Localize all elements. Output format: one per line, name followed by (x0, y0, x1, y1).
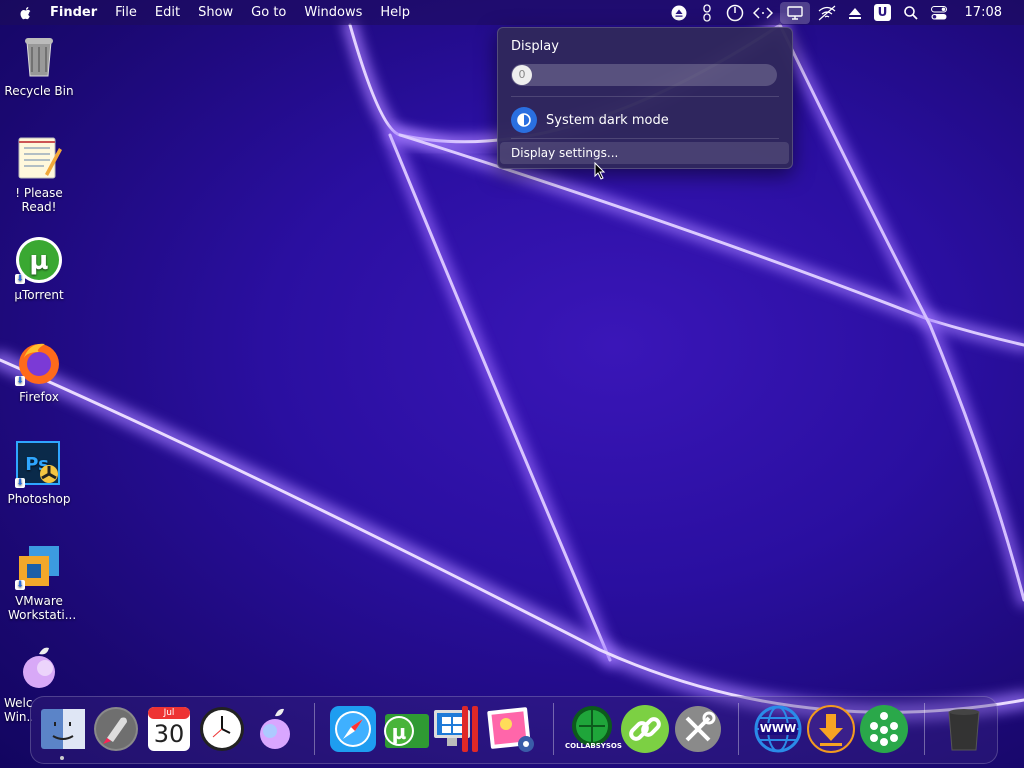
running-indicator (60, 756, 64, 760)
notepad-icon (15, 134, 63, 182)
dark-mode-toggle[interactable]: System dark mode (511, 106, 669, 134)
photoshop-icon: Ps ⬇ (15, 440, 63, 488)
eject-triangle-icon[interactable] (844, 4, 866, 22)
dock-utilities[interactable] (673, 704, 723, 754)
menu-go-to[interactable]: Go to (251, 5, 286, 20)
shortcut-arrow-icon: ⬇ (15, 580, 25, 590)
menu-windows[interactable]: Windows (304, 5, 362, 20)
desktop-icon-firefox[interactable]: ⬇ Firefox (0, 338, 78, 404)
display-popup: Display 0 System dark mode Display setti… (497, 27, 793, 169)
wifi-off-icon[interactable] (816, 4, 838, 22)
shortcut-arrow-icon: ⬇ (15, 478, 25, 488)
photo-preview-icon (487, 707, 534, 752)
www-label: WWW (759, 722, 797, 735)
dock-clock[interactable] (197, 704, 247, 754)
desktop-icon-label: Recycle Bin (4, 84, 74, 98)
search-icon[interactable] (900, 4, 922, 22)
menu-file[interactable]: File (115, 5, 137, 20)
dock-calendar[interactable]: Jul 30 (144, 704, 194, 754)
menu-show[interactable]: Show (198, 5, 233, 20)
desktop-icon-label: Firefox (19, 390, 59, 404)
tools-icon (675, 706, 721, 752)
calendar-month: Jul (163, 708, 175, 718)
trash-can-icon (948, 709, 980, 751)
desktop-icon-label: VMware Workstati... (8, 594, 77, 622)
desktop-icon-recycle-bin[interactable]: Recycle Bin (0, 32, 78, 98)
apple-welcome-icon (260, 708, 290, 749)
dark-mode-label: System dark mode (546, 112, 669, 128)
dock-people-app[interactable] (859, 704, 909, 754)
svg-text:µ: µ (392, 720, 407, 744)
clock-icon (200, 707, 244, 751)
desktop-icon-label: ! Please Read! (15, 186, 63, 214)
control-center-icon[interactable] (928, 4, 950, 22)
utorrent-folder-icon: µ (384, 714, 429, 748)
code-brackets-icon[interactable] (752, 4, 774, 22)
menu-help[interactable]: Help (380, 5, 410, 20)
desktop-icon-label: Welc... Win... (4, 696, 32, 724)
dock-separator (314, 703, 315, 755)
u-app-icon[interactable]: U (872, 4, 894, 22)
trash-can-icon (15, 32, 63, 80)
menu-edit[interactable]: Edit (155, 5, 180, 20)
utorrent-icon: µ ⬇ (15, 236, 63, 284)
menu-finder[interactable]: Finder (50, 5, 97, 20)
dock-separator (924, 703, 925, 755)
dock-safari[interactable] (328, 704, 378, 754)
dock-finder[interactable] (38, 704, 88, 754)
popup-title: Display (511, 39, 559, 54)
finder-icon (41, 709, 85, 749)
desktop-icon-utorrent[interactable]: µ ⬇ µTorrent (0, 236, 78, 302)
apple-logo-icon[interactable] (18, 5, 34, 21)
menu-bar: Finder File Edit Show Go to Windows Help… (0, 0, 1024, 25)
apple-welcome-icon (15, 644, 63, 692)
u-app-letter: U (874, 4, 892, 21)
chain-icon[interactable] (696, 3, 718, 22)
rocket-icon (94, 707, 138, 751)
chain-link-icon (621, 705, 669, 753)
download-arrow-icon (807, 705, 855, 753)
display-icon[interactable] (779, 1, 810, 24)
status-tray: U 17:08 (665, 0, 1024, 25)
dock-www[interactable]: WWW (753, 704, 803, 754)
slider-knob[interactable]: 0 (512, 65, 532, 85)
brightness-slider[interactable]: 0 (511, 64, 777, 86)
safari-compass-icon (330, 706, 376, 752)
mouse-cursor-icon (594, 162, 606, 180)
dock-separator (553, 703, 554, 755)
collabsysos-label: COLLABSYSOS (565, 742, 622, 750)
desktop-icon-label: µTorrent (14, 288, 64, 302)
parallels-icon (434, 706, 478, 752)
dock-link-tool[interactable] (620, 704, 670, 754)
dock-launchpad[interactable] (91, 704, 141, 754)
power-dial-icon[interactable] (724, 4, 746, 22)
divider (511, 96, 779, 97)
dock-separator (738, 703, 739, 755)
dock-welcome[interactable] (250, 704, 300, 754)
eject-icon[interactable] (668, 4, 690, 22)
desktop-icon-label: Photoshop (7, 492, 71, 506)
dock-utorrent-folder[interactable]: µ (381, 704, 431, 754)
dock-parallels[interactable] (433, 704, 483, 754)
shortcut-arrow-icon: ⬇ (15, 274, 25, 284)
calendar-day: 30 (153, 720, 185, 748)
desktop-icon-please-read[interactable]: ! Please Read! (0, 134, 78, 214)
dock-collabsysos[interactable]: COLLABSYSOS (565, 704, 622, 754)
people-group-icon (860, 705, 908, 753)
dock-photos[interactable] (486, 704, 536, 754)
display-settings-button[interactable]: Display settings... (500, 142, 789, 164)
desktop-icon-photoshop[interactable]: Ps ⬇ Photoshop (0, 440, 78, 506)
firefox-icon: ⬇ (15, 338, 63, 386)
dock-downloader[interactable] (806, 704, 856, 754)
menu-clock[interactable]: 17:08 (965, 5, 1002, 20)
desktop-icon-vmware[interactable]: ⬇ VMware Workstati... (0, 542, 78, 622)
svg-text:µ: µ (29, 246, 48, 276)
shortcut-arrow-icon: ⬇ (15, 376, 25, 386)
vmware-icon: ⬇ (15, 542, 63, 590)
divider (511, 138, 779, 139)
dock-trash[interactable] (939, 704, 989, 754)
dark-mode-icon (511, 107, 537, 133)
